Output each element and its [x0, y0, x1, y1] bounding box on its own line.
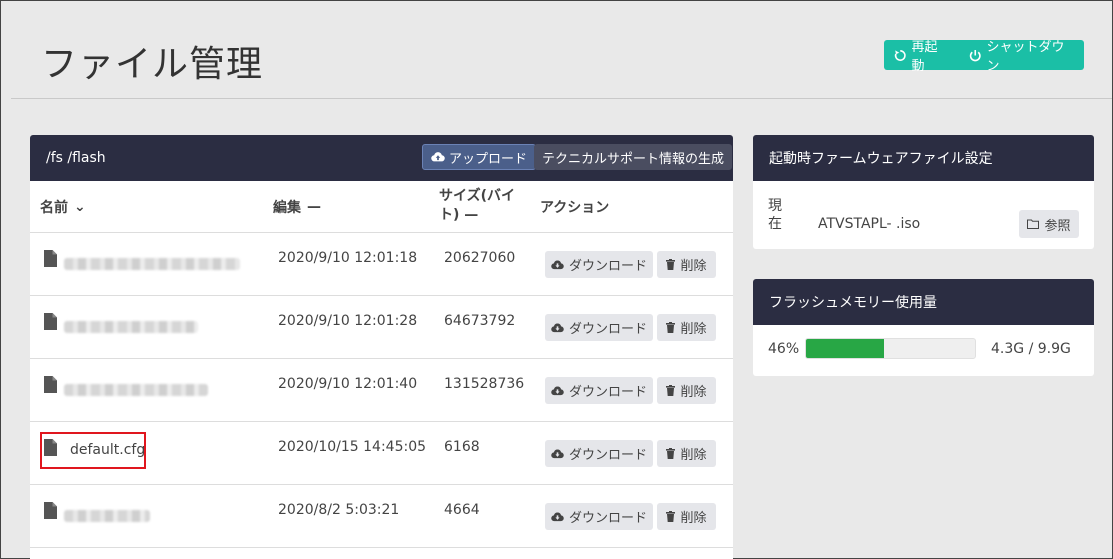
- column-size-label-1: サイズ(バイ: [439, 188, 515, 204]
- usage-progress-fill: [806, 339, 884, 358]
- cloud-download-icon: [551, 448, 564, 458]
- cloud-download-icon: [551, 322, 564, 332]
- usage-amount: 4.3G / 9.9G: [991, 341, 1071, 357]
- delete-button[interactable]: 削除: [657, 377, 716, 404]
- file-size: 64673792: [444, 313, 516, 329]
- column-edit[interactable]: 編集 —: [273, 197, 321, 217]
- file-date: 2020/10/15 14:45:05: [278, 439, 427, 455]
- column-name-label: 名前: [40, 200, 68, 216]
- download-button[interactable]: ダウンロード: [545, 251, 653, 278]
- highlight-box: [40, 432, 146, 469]
- column-size[interactable]: サイズ(バイ ト) —: [439, 187, 519, 225]
- file-size: 131528736: [444, 376, 525, 392]
- power-icon: [969, 49, 981, 61]
- cloud-download-icon: [551, 385, 564, 395]
- restart-label: 再起動: [911, 40, 938, 74]
- trash-icon: [666, 448, 676, 459]
- download-button[interactable]: ダウンロード: [545, 377, 653, 404]
- upload-label: アップロード: [449, 151, 528, 167]
- current-firmware-file: ATVSTAPL- .iso: [818, 216, 921, 232]
- delete-button[interactable]: 削除: [657, 314, 716, 341]
- download-button[interactable]: ダウンロード: [545, 440, 653, 467]
- file-size: 4664: [444, 502, 480, 518]
- current-label: 現在: [768, 198, 782, 232]
- delete-button[interactable]: 削除: [657, 251, 716, 278]
- upload-button[interactable]: アップロード: [422, 144, 537, 170]
- table-header: 名前 ⌄ 編集 — サイズ(バイ ト) — アクション: [30, 181, 733, 233]
- browse-button[interactable]: 参照: [1019, 210, 1079, 238]
- file-size: 20627060: [444, 250, 516, 266]
- cloud-download-icon: [551, 511, 564, 521]
- delete-label: 削除: [680, 322, 707, 337]
- header-divider: [11, 98, 1112, 99]
- delete-label: 削除: [680, 511, 707, 526]
- boot-firmware-panel: 起動時ファームウェアファイル設定 現在 ATVSTAPL- .iso 参照: [753, 135, 1094, 249]
- system-actions: 再起動 シャットダウン: [884, 40, 1084, 74]
- shutdown-button[interactable]: シャットダウン: [959, 40, 1084, 74]
- trash-icon: [666, 259, 676, 270]
- cloud-download-icon: [551, 259, 564, 269]
- file-name-redacted[interactable]: [64, 258, 240, 270]
- column-name[interactable]: 名前 ⌄: [40, 197, 86, 217]
- file-name-redacted[interactable]: [64, 321, 198, 333]
- file-rows: 2020/9/10 12:01:18 20627060 ダウンロード 削除 20…: [30, 233, 733, 548]
- usage-percent: 46%: [768, 341, 800, 357]
- sort-desc-icon: ⌄: [74, 199, 86, 215]
- delete-label: 削除: [680, 259, 707, 274]
- sort-none-icon: —: [307, 199, 321, 215]
- flash-panel-title: フラッシュメモリー使用量: [753, 279, 1094, 325]
- trash-icon: [666, 322, 676, 333]
- sort-none-icon: —: [464, 207, 479, 223]
- trash-icon: [666, 385, 676, 396]
- delete-button[interactable]: 削除: [657, 440, 716, 467]
- file-panel-header: /fs /flash アップロード テクニカルサポート情報の生成: [30, 135, 733, 181]
- download-label: ダウンロード: [568, 511, 647, 526]
- column-action: アクション: [540, 200, 610, 216]
- folder-icon: [1027, 219, 1040, 229]
- file-icon: [44, 502, 57, 519]
- file-name-redacted[interactable]: [64, 510, 150, 522]
- flash-usage-panel: フラッシュメモリー使用量 46% 4.3G / 9.9G: [753, 279, 1094, 376]
- boot-panel-title: 起動時ファームウェアファイル設定: [753, 135, 1094, 181]
- delete-label: 削除: [680, 448, 707, 463]
- column-size-label-2: ト): [439, 207, 460, 223]
- table-row: 2020/9/10 12:01:28 64673792 ダウンロード 削除: [30, 296, 733, 359]
- table-row: 2020/9/10 12:01:40 131528736 ダウンロード 削除: [30, 359, 733, 422]
- file-icon: [44, 250, 57, 267]
- file-date: 2020/9/10 12:01:40: [278, 376, 418, 392]
- download-button[interactable]: ダウンロード: [545, 314, 653, 341]
- file-size: 6168: [444, 439, 480, 455]
- file-icon: [44, 313, 57, 330]
- browse-label: 参照: [1044, 218, 1071, 234]
- cloud-upload-icon: [431, 152, 445, 162]
- file-name-redacted[interactable]: [64, 384, 208, 396]
- file-date: 2020/9/10 12:01:28: [278, 313, 418, 329]
- page-title: ファイル管理: [41, 44, 264, 85]
- table-row: 2020/9/10 12:01:18 20627060 ダウンロード 削除: [30, 233, 733, 296]
- shutdown-label: シャットダウン: [986, 40, 1065, 74]
- download-label: ダウンロード: [568, 448, 647, 463]
- table-row: 2020/8/2 5:03:21 4664 ダウンロード 削除: [30, 485, 733, 548]
- restart-button[interactable]: 再起動: [884, 40, 959, 74]
- column-edit-label: 編集: [273, 200, 301, 216]
- file-icon: [44, 376, 57, 393]
- file-date: 2020/8/2 5:03:21: [278, 502, 400, 518]
- delete-button[interactable]: 削除: [657, 503, 716, 530]
- delete-label: 削除: [680, 385, 707, 400]
- trash-icon: [666, 511, 676, 522]
- download-label: ダウンロード: [568, 322, 647, 337]
- download-label: ダウンロード: [568, 259, 647, 274]
- usage-progress-bar: [805, 338, 976, 359]
- techsupport-label: テクニカルサポート情報の生成: [542, 151, 725, 167]
- file-date: 2020/9/10 12:01:18: [278, 250, 418, 266]
- file-list-panel: /fs /flash アップロード テクニカルサポート情報の生成 名前 ⌄ 編集…: [30, 135, 733, 559]
- download-label: ダウンロード: [568, 385, 647, 400]
- techsupport-button[interactable]: テクニカルサポート情報の生成: [534, 144, 733, 170]
- table-row: default.cfg 2020/10/15 14:45:05 6168 ダウン…: [30, 422, 733, 485]
- download-button[interactable]: ダウンロード: [545, 503, 653, 530]
- restart-icon: [894, 49, 906, 61]
